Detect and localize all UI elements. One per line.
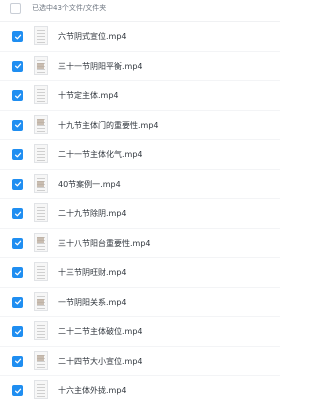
checkmark-icon <box>14 211 21 216</box>
video-thumbnail-icon <box>34 350 48 370</box>
file-checkbox[interactable] <box>12 90 23 101</box>
file-checkbox[interactable] <box>12 355 23 367</box>
file-selection-panel: 已选中43个文件/文件夹 六节阴式宣位.mp4 三十一节阴阳平衡.mp4 十节定主体… <box>0 0 280 400</box>
video-thumbnail-icon <box>34 55 48 75</box>
checkmark-icon <box>14 240 21 246</box>
video-thumbnail-icon <box>34 173 48 193</box>
checkmark-icon <box>14 388 21 393</box>
file-checkbox[interactable] <box>12 208 23 219</box>
file-row[interactable]: 十九节主体门的重要性.mp4 <box>0 111 280 140</box>
checkmark-icon <box>14 299 21 305</box>
file-row[interactable]: 二十一节主体化气.mp4 <box>0 140 280 170</box>
file-name: 二十四节大小宣位.mp4 <box>58 356 143 366</box>
video-thumbnail-icon <box>34 291 48 311</box>
video-thumbnail-icon <box>34 203 48 222</box>
video-thumbnail-icon <box>34 26 48 45</box>
select-all-checkbox[interactable] <box>10 3 21 14</box>
file-checkbox[interactable] <box>12 237 23 249</box>
file-row[interactable]: 一节阴阳关系.mp4 <box>0 288 280 317</box>
checkmark-icon <box>14 152 21 157</box>
file-row[interactable]: 十六主体外拢.mp4 <box>0 376 280 400</box>
video-thumbnail-icon <box>34 232 48 252</box>
checkmark-icon <box>14 181 21 187</box>
file-name: 十九节主体门的重要性.mp4 <box>58 120 159 130</box>
file-row[interactable]: 二十四节大小宣位.mp4 <box>0 347 280 376</box>
file-checkbox[interactable] <box>12 178 23 190</box>
checkmark-icon <box>14 63 21 69</box>
file-checkbox[interactable] <box>12 385 23 396</box>
file-name: 六节阴式宣位.mp4 <box>58 32 127 41</box>
checkmark-icon <box>14 358 21 364</box>
file-name: 二十一节主体化气.mp4 <box>58 150 143 159</box>
video-thumbnail-icon <box>34 85 48 104</box>
checkmark-icon <box>14 34 21 39</box>
video-thumbnail-icon <box>34 262 48 281</box>
file-name: 十节定主体.mp4 <box>58 91 119 100</box>
checkmark-icon <box>14 329 21 334</box>
file-name: 三十一节阴阳平衡.mp4 <box>58 61 143 71</box>
checkmark-icon <box>14 270 21 275</box>
video-thumbnail-icon <box>34 114 48 134</box>
file-checkbox[interactable] <box>12 149 23 160</box>
checkmark-icon <box>14 122 21 128</box>
video-thumbnail-icon <box>34 144 48 163</box>
file-row[interactable]: 二十九节除阴.mp4 <box>0 199 280 229</box>
file-name: 40节案例一.mp4 <box>58 179 121 189</box>
file-name: 十六主体外拢.mp4 <box>58 386 127 395</box>
video-thumbnail-icon <box>34 380 48 399</box>
file-checkbox[interactable] <box>12 119 23 131</box>
file-checkbox[interactable] <box>12 60 23 72</box>
file-list: 六节阴式宣位.mp4 三十一节阴阳平衡.mp4 十节定主体.mp4 十九节主体门的重要… <box>0 22 280 400</box>
file-row[interactable]: 三十八节阳台重要性.mp4 <box>0 229 280 258</box>
file-row[interactable]: 十节定主体.mp4 <box>0 81 280 111</box>
file-row[interactable]: 40节案例一.mp4 <box>0 170 280 199</box>
selection-status: 已选中43个文件/文件夹 <box>32 4 107 12</box>
checkmark-icon <box>14 93 21 98</box>
file-name: 三十八节阳台重要性.mp4 <box>58 238 151 248</box>
file-name: 二十二节主体破位.mp4 <box>58 327 143 336</box>
file-row[interactable]: 二十二节主体破位.mp4 <box>0 317 280 347</box>
video-thumbnail-icon <box>34 321 48 340</box>
file-checkbox[interactable] <box>12 326 23 337</box>
file-row[interactable]: 十三节阴旺财.mp4 <box>0 258 280 288</box>
selection-header: 已选中43个文件/文件夹 <box>0 0 280 22</box>
file-name: 一节阴阳关系.mp4 <box>58 297 127 307</box>
file-row[interactable]: 六节阴式宣位.mp4 <box>0 22 280 52</box>
file-checkbox[interactable] <box>12 31 23 42</box>
file-checkbox[interactable] <box>12 267 23 278</box>
file-name: 十三节阴旺财.mp4 <box>58 268 127 277</box>
file-checkbox[interactable] <box>12 296 23 308</box>
file-name: 二十九节除阴.mp4 <box>58 209 127 218</box>
file-row[interactable]: 三十一节阴阳平衡.mp4 <box>0 52 280 81</box>
